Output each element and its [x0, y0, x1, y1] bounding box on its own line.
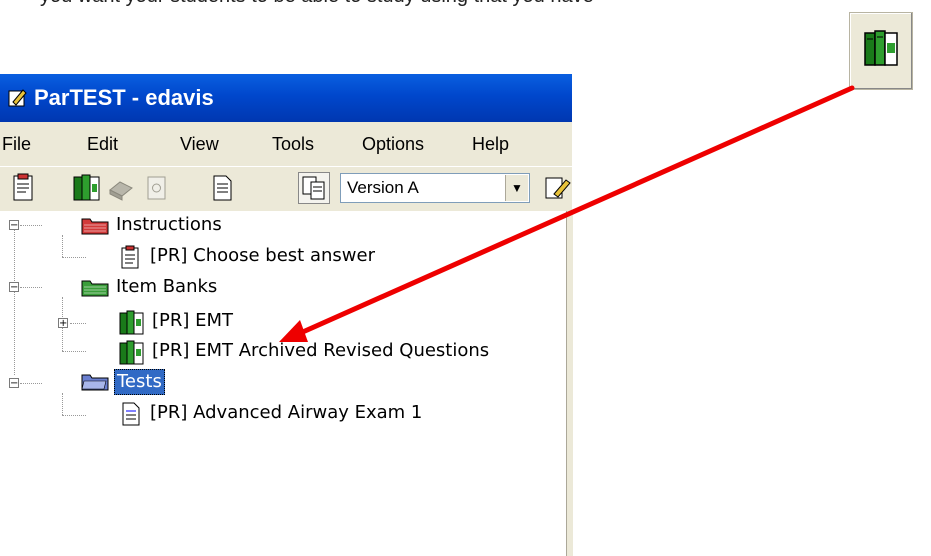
item-bank-books-icon [119, 340, 144, 365]
menu-tools[interactable]: Tools [272, 134, 314, 155]
new-test-button[interactable] [206, 172, 238, 204]
tree-label-emt: [PR] EMT [152, 310, 234, 331]
tree-scrollbar[interactable] [566, 211, 573, 556]
tree-label-emt-archived: [PR] EMT Archived Revised Questions [152, 340, 490, 361]
partest-window: ParTEST - edavis File Edit View Tools Op… [0, 74, 573, 556]
version-select[interactable]: Version A ▼ [340, 173, 530, 203]
test-doc-icon [213, 175, 232, 201]
archive-button[interactable] [104, 172, 136, 204]
chevron-down-icon[interactable]: ▼ [505, 175, 528, 201]
archive-books-disabled-icon [109, 181, 133, 201]
instructions-doc-icon [121, 245, 139, 269]
tree-label-instructions: Instructions [116, 214, 222, 235]
menu-view[interactable]: View [180, 134, 219, 155]
menu-edit[interactable]: Edit [87, 134, 118, 155]
edit-pencil-icon [545, 177, 571, 199]
question-doc-disabled-icon [147, 176, 166, 200]
instructions-doc-icon [13, 173, 33, 201]
print-versions-button[interactable] [298, 172, 330, 204]
window-title: ParTEST - edavis [34, 85, 214, 110]
new-item-bank-button[interactable] [70, 172, 102, 204]
collapse-tests-toggle[interactable]: − [9, 378, 19, 389]
tree-view[interactable]: − − + − Instructions [PR] Choose best an… [0, 211, 566, 556]
expand-emt-toggle[interactable]: + [58, 318, 68, 329]
test-doc-icon [122, 402, 140, 426]
question-button[interactable] [140, 172, 172, 204]
tree-label-advanced-airway: [PR] Advanced Airway Exam 1 [150, 402, 423, 423]
edit-button[interactable] [542, 172, 574, 204]
toolbar: Version A ▼ [0, 166, 572, 212]
menu-bar: File Edit View Tools Options Help [0, 122, 572, 166]
new-instructions-button[interactable] [6, 172, 38, 204]
green-folder-icon [81, 280, 109, 297]
app-icon [8, 89, 27, 107]
version-select-value: Version A [347, 178, 419, 197]
item-bank-books-icon [864, 30, 898, 66]
tree-label-tests: Tests [114, 369, 165, 395]
versions-docs-icon [302, 176, 325, 200]
intro-text: you want your students to be able to stu… [40, 0, 594, 8]
title-bar: ParTEST - edavis [0, 74, 572, 122]
item-bank-books-icon [73, 174, 100, 201]
menu-file[interactable]: File [2, 134, 31, 155]
red-folder-icon [81, 218, 109, 235]
menu-help[interactable]: Help [472, 134, 509, 155]
collapse-item-banks-toggle[interactable]: − [9, 282, 19, 293]
item-bank-button-callout [849, 12, 913, 90]
menu-options[interactable]: Options [362, 134, 424, 155]
blue-folder-icon [81, 374, 109, 391]
tree-label-item-banks: Item Banks [116, 276, 218, 297]
collapse-instructions-toggle[interactable]: − [9, 220, 19, 231]
tree-label-choose-best-answer: [PR] Choose best answer [150, 245, 375, 266]
item-bank-books-icon [119, 310, 144, 335]
